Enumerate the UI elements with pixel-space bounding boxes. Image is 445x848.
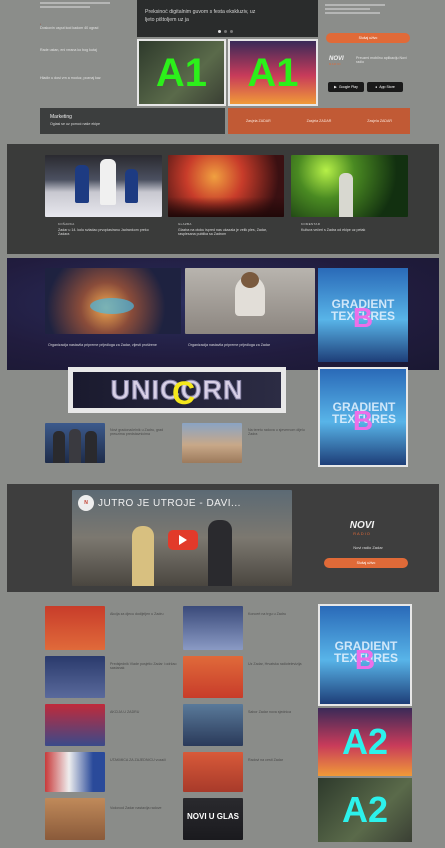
top-news-list: • Doskovin usput kod kadom 40 ograd Rade… <box>40 0 132 106</box>
google-play-badge[interactable]: ▶ Google Play <box>328 82 364 92</box>
news-title: Rade ustan, eni vrrana ko bog kutaj <box>40 48 97 52</box>
grid-title[interactable]: Radovi na cesti Zadar <box>248 758 314 762</box>
news-item[interactable]: Rade ustan, eni vrrana ko bog kutaj <box>40 48 132 52</box>
grid-thumb[interactable] <box>183 656 243 698</box>
apple-icon: ● <box>375 85 378 89</box>
footer-link[interactable]: Zasjela ZADAR <box>307 119 332 123</box>
ad-a2-label: A2 <box>341 789 389 830</box>
video-player[interactable]: N JUTRO JE UTROJE - DAVI... <box>72 490 292 586</box>
google-play-label: Google Play <box>338 85 358 89</box>
news-title: Doskovin usput kod kadom 40 ograd <box>40 26 99 30</box>
thumb-radio-studio[interactable] <box>185 268 315 334</box>
grid-thumb[interactable] <box>45 798 105 840</box>
ad-b-label: B <box>352 302 374 333</box>
station-text: Novi radio Zadar <box>353 545 383 550</box>
slider-caption: Preksinoć digitalnim guvom s festa ekskl… <box>145 9 256 15</box>
ad-b-top[interactable]: GRADIENT TEXTURES B <box>318 268 408 362</box>
ad-b-label: B <box>352 405 374 436</box>
news-item[interactable] <box>40 2 132 10</box>
logo-radio: RADIO <box>353 531 371 536</box>
logo-radio: RADIO <box>329 62 342 66</box>
play-icon <box>179 535 187 545</box>
slider-dot[interactable] <box>230 30 233 33</box>
app-text: Preuzmi mobilnu aplikaciju Novi radio <box>356 56 407 65</box>
footer-link[interactable]: Zasjela ZADAR <box>246 119 271 123</box>
play-icon: ▶ <box>334 85 337 89</box>
grid-thumb[interactable] <box>183 606 243 650</box>
video-title: JUTRO JE UTROJE - DAVI... <box>98 498 241 509</box>
slider-caption-2: ljeto pištoljem uz ja <box>145 17 189 23</box>
card-title[interactable]: Zadar u 14. kolu svladao prvoplasiranu J… <box>58 228 158 236</box>
thumb-stage[interactable] <box>291 155 408 217</box>
grid-thumb[interactable] <box>183 704 243 746</box>
thumb-basketball[interactable] <box>45 155 162 217</box>
slider-dot[interactable] <box>224 30 227 33</box>
marketing-text: Oglasi se uz pomoć naše ekipe <box>50 122 100 126</box>
grid-thumb[interactable]: NOVI U GLAS <box>183 798 243 840</box>
card-title[interactable]: Organizacija nastavila pripreme prijedlo… <box>48 343 168 347</box>
thumb-officials[interactable] <box>45 423 105 463</box>
ad-a1-label: A1 <box>155 50 208 95</box>
card-meta: GLAZBA <box>178 222 192 226</box>
news-title: Hladin u dosi vrn a moduz, poznaj kaz <box>40 76 101 80</box>
ad-a1-label: A1 <box>247 50 299 95</box>
grid-thumb[interactable] <box>183 752 243 792</box>
grid-title[interactable]: Akcija za djecu dodijeljen u Zadru <box>110 612 180 616</box>
top-slider[interactable]: Preksinoć digitalnim guvom s festa ekskl… <box>137 0 318 37</box>
thumb-concert[interactable] <box>168 155 284 217</box>
card-title[interactable]: Kultura večeri s Zadra od ekipe uz petak <box>301 228 401 232</box>
card-title[interactable]: Organizacija nastavila pripreme prijedlo… <box>188 343 308 347</box>
novi-radio-logo[interactable]: NOVI RADIO <box>329 56 353 66</box>
news-item[interactable]: • Doskovin usput kod kadom 40 ograd <box>40 22 132 30</box>
marketing-label: Marketing <box>50 114 72 120</box>
footer-links-bar: Zasjela ZADAR Zasjela ZADAR Zasjela ZADA… <box>228 108 410 134</box>
ad-c-highlight: C <box>172 375 196 411</box>
video-play-button[interactable] <box>168 530 198 550</box>
marketing-bar[interactable]: Marketing Oglasi se uz pomoć naše ekipe <box>40 108 225 134</box>
app-store-badge[interactable]: ● App Store <box>367 82 403 92</box>
ad-a1-right[interactable]: A1 <box>228 39 318 106</box>
card-meta: KOŠARKA <box>58 222 75 226</box>
grid-title[interactable]: AKCIJA U ZADRU <box>110 710 180 714</box>
ad-b-bottom[interactable]: GRADIENT TEXTURES B <box>318 604 412 706</box>
grid-title[interactable]: Vodovod Zadar nastavlja radove <box>110 806 180 810</box>
slider-dot[interactable] <box>218 30 221 33</box>
grid-thumb[interactable] <box>45 704 105 746</box>
grid-title[interactable]: Predsjednik Vlade posjetio Zadar i održa… <box>110 662 180 670</box>
grid-title[interactable]: Uz Zadar, Hrvatska radiotelevizija <box>248 662 314 666</box>
video-listen-button[interactable]: Slušaj uživo <box>324 558 408 568</box>
video-side-logo[interactable]: NOVI RADIO <box>342 520 382 536</box>
ad-a2-bottom[interactable]: A2 <box>318 778 412 842</box>
card-title[interactable]: Glazba na otoku ispred nas ukazala je ve… <box>178 228 278 236</box>
grid-title[interactable]: UTAKMICA ZA ZAJEDNICU vozači <box>110 758 180 762</box>
ad-b-middle[interactable]: GRADIENT TEXTURES B <box>318 367 408 467</box>
ad-c-unicorn[interactable]: UNICORN C <box>68 367 286 413</box>
news-item[interactable]: Hladin u dosi vrn a moduz, poznaj kaz <box>40 76 132 80</box>
top-right-column: Slušaj uživo NOVI RADIO Preuzmi mobilnu … <box>325 0 410 106</box>
listen-live-button[interactable]: Slušaj uživo <box>326 33 410 43</box>
ad-a2-label: A2 <box>341 721 389 762</box>
grid-thumb[interactable] <box>45 656 105 698</box>
app-store-label: App Store <box>379 85 395 89</box>
thumb-construction[interactable] <box>182 423 242 463</box>
footer-link[interactable]: Zasjela ZADAR <box>367 119 392 123</box>
grid-thumb[interactable] <box>45 752 105 792</box>
ad-b-label: B <box>354 644 376 675</box>
ad-a2-top[interactable]: A2 <box>318 708 412 776</box>
logo-novi: NOVI <box>349 520 375 531</box>
card-title[interactable]: Novi gradonačelnik u Zadru, grad preuzim… <box>110 428 178 436</box>
grid-thumb-label: NOVI U GLAS <box>187 812 240 821</box>
card-meta: KOMENTAR <box>301 222 321 226</box>
grid-thumb[interactable] <box>45 606 105 650</box>
thumb-night-fountain[interactable] <box>45 268 181 334</box>
card-title[interactable]: Na teretu radova u sjevernom dijelu Zadr… <box>248 428 314 436</box>
grid-title[interactable]: Sabor Zadar nova sjednica <box>248 710 314 714</box>
ad-a1-left[interactable]: A1 <box>137 39 226 106</box>
video-channel-icon: N <box>78 495 94 511</box>
grid-title[interactable]: Koncert na trgu u Zadru <box>248 612 314 616</box>
